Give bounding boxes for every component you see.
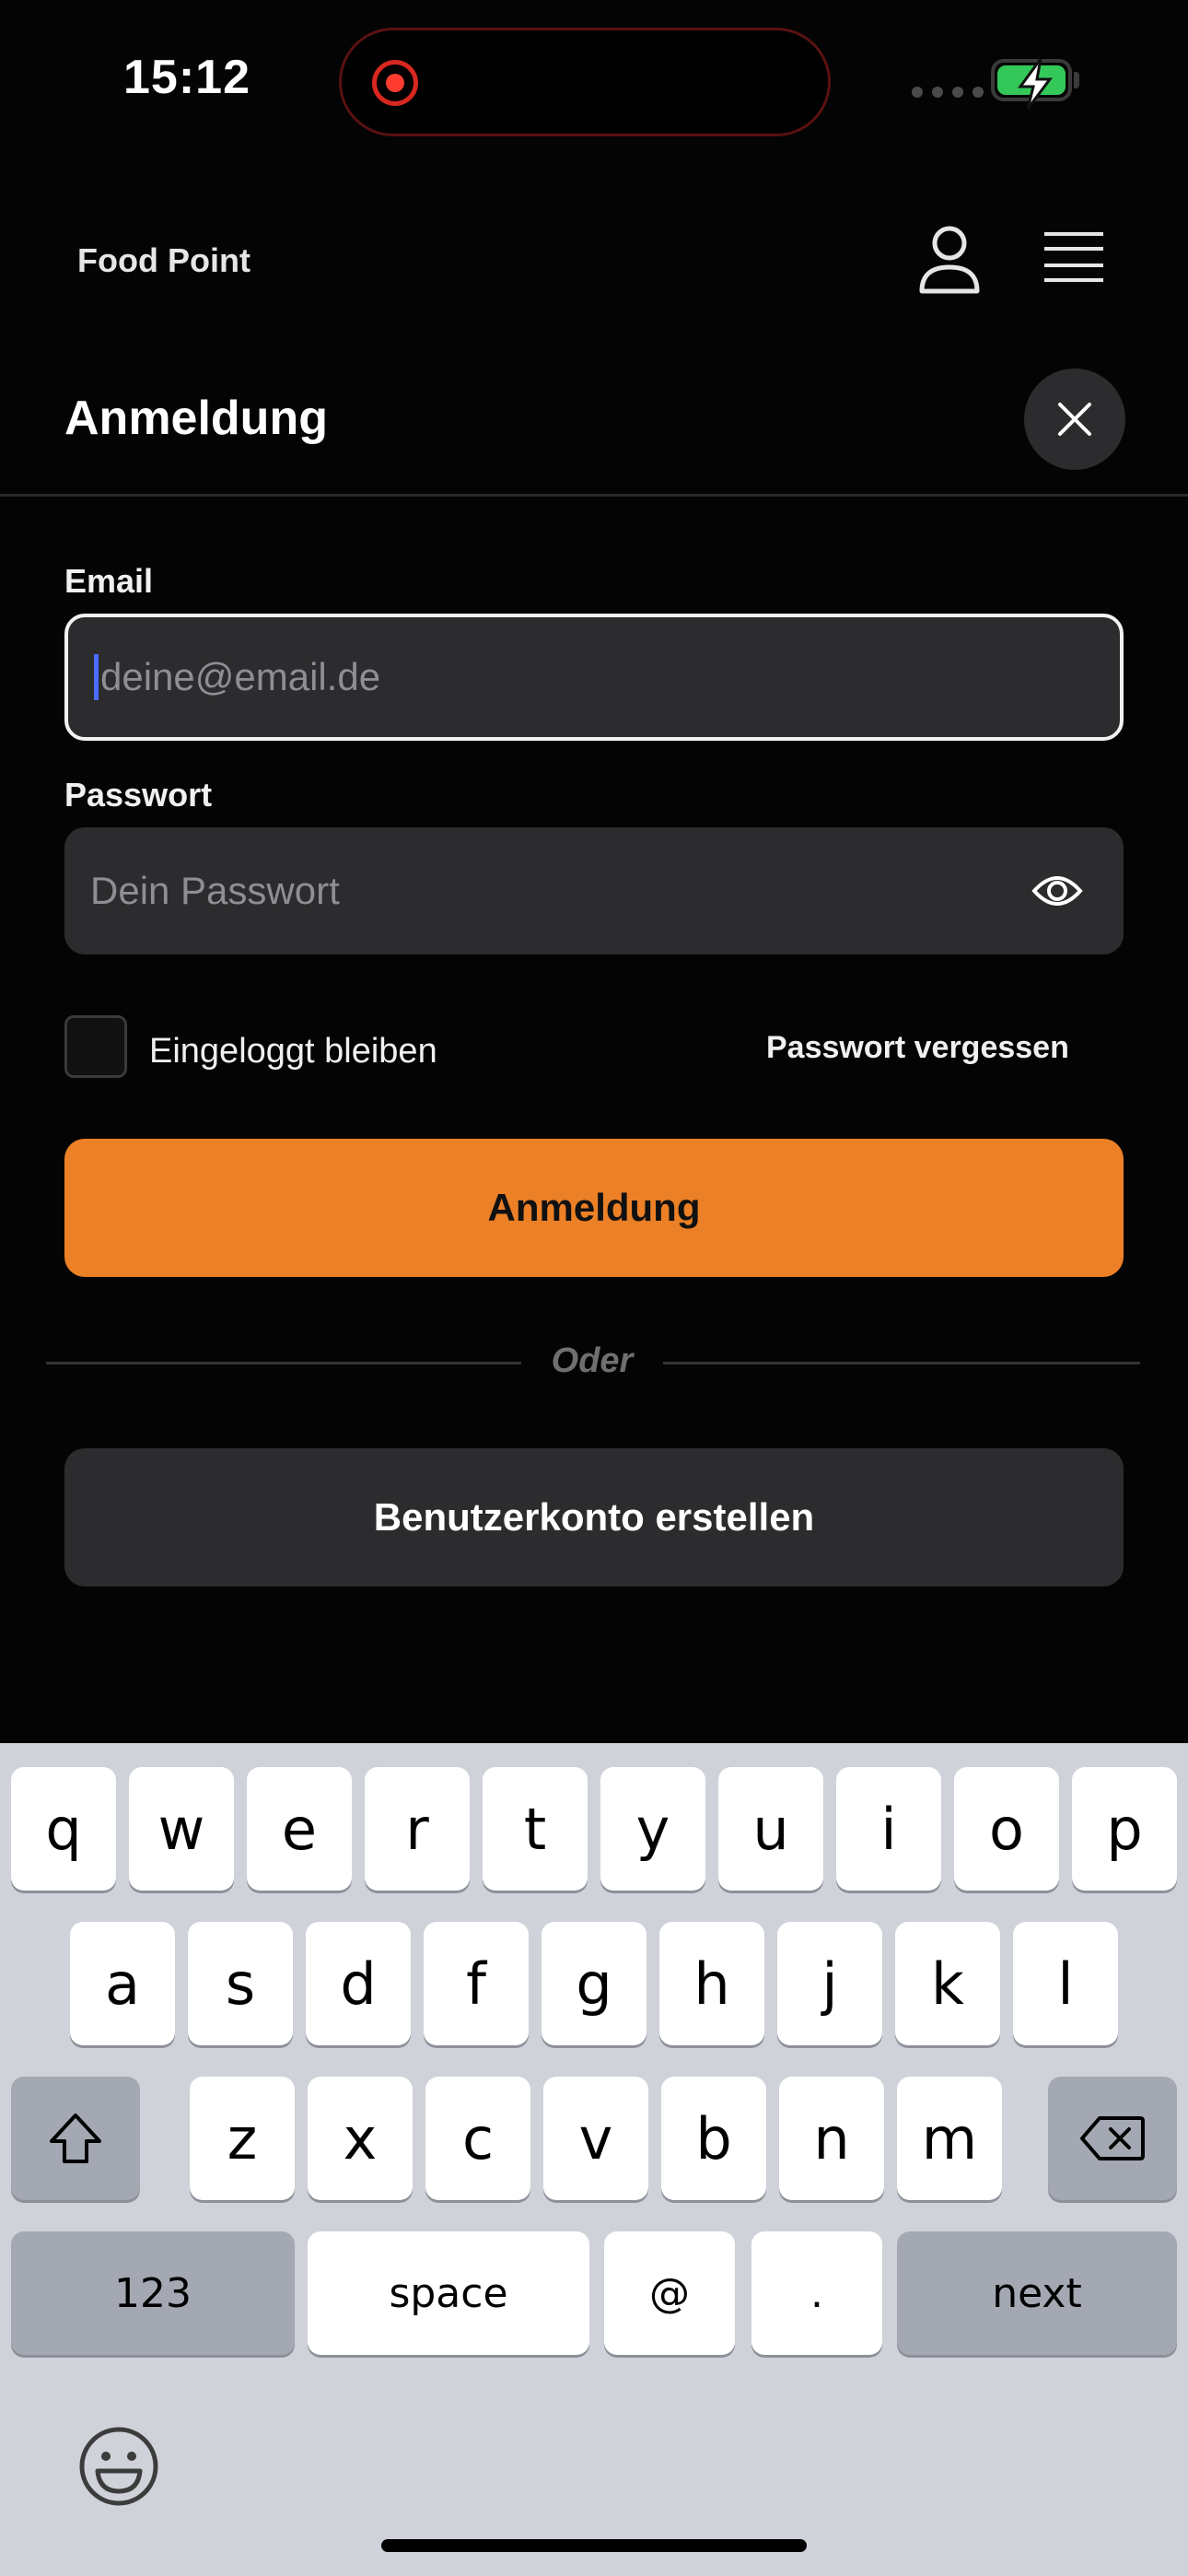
key-t[interactable]: t: [483, 1767, 588, 1891]
battery-cap: [1074, 72, 1079, 88]
brand-logo[interactable]: Food Point: [77, 241, 250, 280]
key-b[interactable]: b: [661, 2077, 766, 2200]
create-account-button[interactable]: Benutzerkonto erstellen: [64, 1448, 1124, 1587]
key-j[interactable]: j: [777, 1922, 882, 2045]
password-placeholder: Dein Passwort: [90, 869, 340, 912]
or-divider-right: [663, 1362, 1140, 1364]
next-key[interactable]: next: [897, 2231, 1177, 2355]
key-v[interactable]: v: [543, 2077, 648, 2200]
dot-key[interactable]: .: [751, 2231, 882, 2355]
key-h[interactable]: h: [659, 1922, 764, 2045]
key-i[interactable]: i: [836, 1767, 941, 1891]
key-a[interactable]: a: [70, 1922, 175, 2045]
login-button[interactable]: Anmeldung: [64, 1139, 1124, 1277]
numbers-key[interactable]: 123: [11, 2231, 295, 2355]
key-n[interactable]: n: [779, 2077, 884, 2200]
shift-key[interactable]: [11, 2077, 140, 2200]
sheet-divider: [0, 494, 1188, 497]
space-key[interactable]: space: [308, 2231, 589, 2355]
shift-icon: [50, 2113, 101, 2163]
key-g[interactable]: g: [542, 1922, 646, 2045]
key-l[interactable]: l: [1013, 1922, 1118, 2045]
at-key[interactable]: @: [604, 2231, 735, 2355]
key-k[interactable]: k: [895, 1922, 1000, 2045]
key-r[interactable]: r: [365, 1767, 470, 1891]
key-o[interactable]: o: [954, 1767, 1059, 1891]
or-divider-left: [46, 1362, 521, 1364]
key-w[interactable]: w: [129, 1767, 234, 1891]
home-indicator: [381, 2539, 807, 2552]
delete-icon: [1080, 2116, 1145, 2160]
key-s[interactable]: s: [188, 1922, 293, 2045]
key-c[interactable]: c: [425, 2077, 530, 2200]
key-m[interactable]: m: [897, 2077, 1002, 2200]
or-text: Oder: [551, 1341, 634, 1380]
email-label: Email: [64, 562, 154, 600]
recording-icon: [372, 60, 418, 106]
emoji-icon[interactable]: [77, 2425, 160, 2508]
user-icon[interactable]: [917, 225, 982, 295]
key-e[interactable]: e: [247, 1767, 352, 1891]
key-z[interactable]: z: [190, 2077, 295, 2200]
battery-charging-icon: [991, 58, 1072, 110]
key-q[interactable]: q: [11, 1767, 116, 1891]
key-f[interactable]: f: [424, 1922, 529, 2045]
close-button[interactable]: [1024, 369, 1125, 470]
delete-key[interactable]: [1048, 2077, 1177, 2200]
remember-checkbox[interactable]: [64, 1015, 127, 1078]
keyboard: qwertyuiop asdfghjkl zxcvbnm 123 space @…: [0, 1743, 1188, 2576]
eye-icon[interactable]: [1031, 868, 1083, 914]
key-d[interactable]: d: [306, 1922, 411, 2045]
key-u[interactable]: u: [718, 1767, 823, 1891]
status-time: 15:12: [123, 51, 250, 104]
email-placeholder: deine@email.de: [100, 655, 381, 698]
key-y[interactable]: y: [600, 1767, 705, 1891]
email-field[interactable]: deine@email.de: [64, 614, 1124, 741]
signal-icon: [912, 87, 984, 98]
password-field[interactable]: Dein Passwort: [64, 827, 1124, 954]
password-label: Passwort: [64, 776, 213, 814]
forgot-password-link[interactable]: Passwort vergessen: [766, 1030, 1069, 1066]
key-p[interactable]: p: [1072, 1767, 1177, 1891]
dynamic-island: [339, 28, 831, 136]
close-icon: [1058, 403, 1091, 436]
menu-icon[interactable]: [1044, 230, 1103, 284]
sheet-title: Anmeldung: [64, 392, 328, 445]
key-x[interactable]: x: [308, 2077, 413, 2200]
text-caret: [94, 654, 99, 700]
remember-label[interactable]: Eingeloggt bleiben: [149, 1032, 437, 1071]
